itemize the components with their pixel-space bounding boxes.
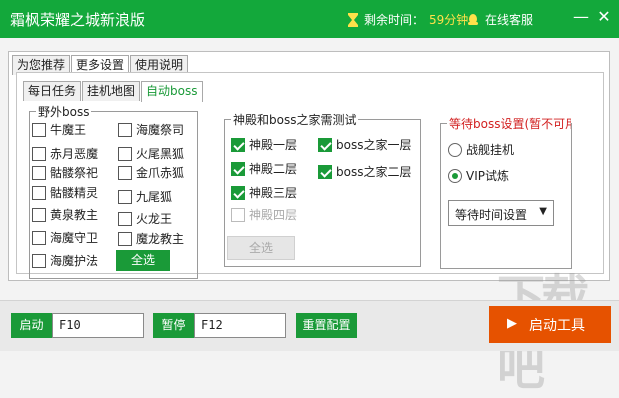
wild-boss-checkbox[interactable]: 海魔祭司 <box>118 121 184 138</box>
window-title: 霜枫荣耀之城新浪版 <box>10 11 146 29</box>
wild-boss-checkbox[interactable]: 金爪赤狐 <box>118 164 184 181</box>
wild-boss-checkbox[interactable]: 海魔护法 <box>32 252 98 269</box>
temple-select-all-button: 全选 <box>227 236 295 260</box>
temple-checkbox-disabled: 神殿四层 <box>231 206 297 223</box>
wait-boss-title: 等待boss设置(暂不可用) <box>447 115 571 132</box>
pause-hotkey-input[interactable]: F12 <box>194 313 286 338</box>
close-icon[interactable]: ✕ <box>595 8 613 26</box>
wild-boss-checkbox[interactable]: 赤月恶魔 <box>32 145 98 162</box>
wild-boss-checkbox[interactable]: 海魔守卫 <box>32 229 98 246</box>
wild-boss-checkbox[interactable]: 骷髅精灵 <box>32 184 98 201</box>
tab-auto-boss[interactable]: 自动boss <box>141 81 203 102</box>
wild-boss-checkbox[interactable]: 魔龙教主 <box>118 230 184 247</box>
wild-boss-select-all-button[interactable]: 全选 <box>116 250 170 271</box>
tab-hang-map[interactable]: 挂机地图 <box>82 81 141 101</box>
start-hotkey-label: 启动 <box>11 313 52 338</box>
temple-title: 神殿和boss之家需测试 <box>231 111 359 128</box>
wait-time-select[interactable]: 等待时间设置 ▼ <box>448 200 554 226</box>
pause-hotkey-label: 暂停 <box>153 313 194 338</box>
boss-home-checkbox[interactable]: boss之家二层 <box>318 163 411 180</box>
radio-vip-trial[interactable]: VIP试炼 <box>448 167 509 184</box>
wild-boss-checkbox[interactable]: 骷髅祭祀 <box>32 164 98 181</box>
wild-boss-checkbox[interactable]: 火龙王 <box>118 210 172 227</box>
remaining-time: 剩余时间： 59分钟 <box>347 11 468 28</box>
online-service-link[interactable]: 在线客服 <box>466 11 533 28</box>
temple-checkbox[interactable]: 神殿三层 <box>231 184 297 201</box>
wild-boss-checkbox[interactable]: 牛魔王 <box>32 121 86 138</box>
title-bar: 霜枫荣耀之城新浪版 剩余时间： 59分钟 在线客服 — ✕ <box>0 0 619 38</box>
qq-icon <box>468 13 478 25</box>
temple-checkbox[interactable]: 神殿二层 <box>231 160 297 177</box>
dropdown-arrow-icon: ▼ <box>539 206 547 217</box>
timer-value: 59分钟 <box>429 13 469 27</box>
online-service-label: 在线客服 <box>485 13 534 27</box>
hourglass-icon <box>348 12 358 27</box>
boss-home-checkbox[interactable]: boss之家一层 <box>318 136 411 153</box>
wild-boss-checkbox[interactable]: 九尾狐 <box>118 188 172 205</box>
minimize-icon[interactable]: — <box>572 8 590 26</box>
radio-battleship[interactable]: 战舰挂机 <box>448 141 514 158</box>
launch-tool-label: 启动工具 <box>529 318 585 334</box>
tab-daily-tasks[interactable]: 每日任务 <box>23 81 82 101</box>
main-tabs: 为您推荐 更多设置 使用说明 <box>12 55 189 76</box>
timer-label: 剩余时间： <box>364 13 425 27</box>
wild-boss-checkbox[interactable]: 黄泉教主 <box>32 206 98 223</box>
start-hotkey-input[interactable]: F10 <box>52 313 144 338</box>
temple-checkbox[interactable]: 神殿一层 <box>231 136 297 153</box>
launch-tool-button[interactable]: ▶ 启动工具 <box>489 306 611 343</box>
wild-boss-title: 野外boss <box>36 103 92 120</box>
reset-config-button[interactable]: 重置配置 <box>296 313 357 338</box>
play-icon: ▶ <box>507 316 517 331</box>
sub-tabs: 每日任务 挂机地图 自动boss <box>23 81 204 102</box>
wild-boss-checkbox[interactable]: 火尾黑狐 <box>118 145 184 162</box>
